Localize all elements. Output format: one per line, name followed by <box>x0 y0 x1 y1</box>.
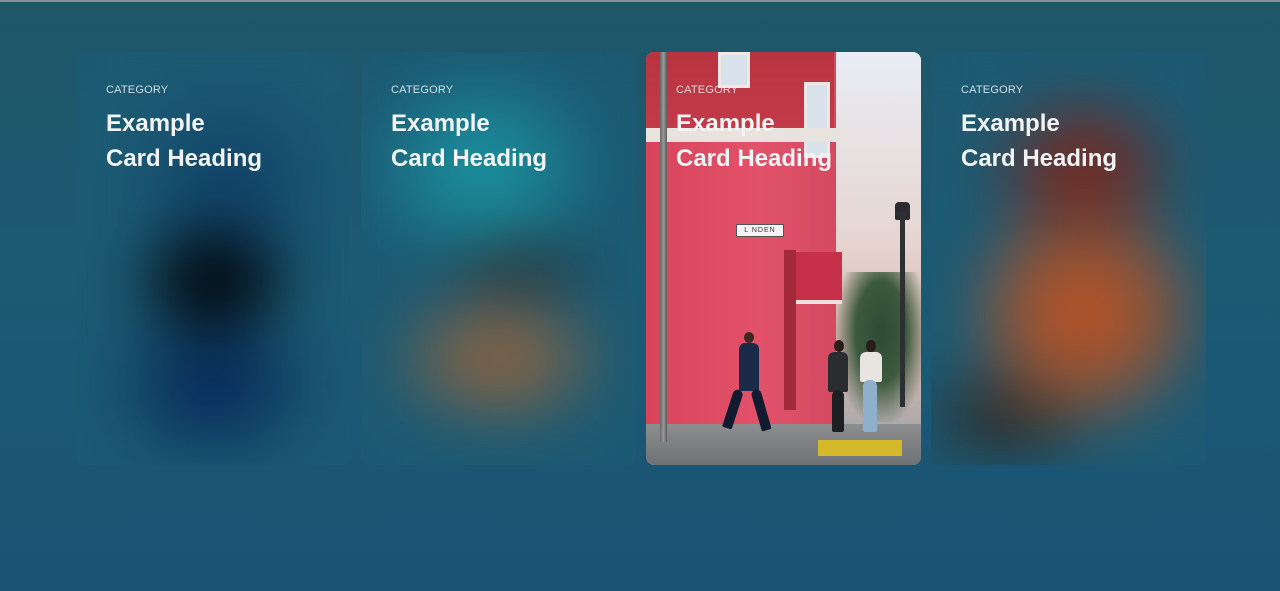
card-heading: Example Card Heading <box>106 110 263 172</box>
card-4-text: CATEGORY Example Card Heading <box>961 84 1121 176</box>
card-2-text: CATEGORY Example Card Heading <box>391 84 551 176</box>
card-heading: Example Card Heading <box>391 110 548 172</box>
card-category: CATEGORY <box>676 84 739 96</box>
photo-utility-pole <box>660 52 667 442</box>
photo-window <box>718 52 750 88</box>
card-3[interactable]: L NDEN CATEGORY Example Card Heading <box>646 52 921 465</box>
photo-doorway <box>784 250 796 410</box>
photo-yellow-curb <box>818 440 902 456</box>
photo-person-woman <box>860 352 882 382</box>
card-heading: Example Card Heading <box>676 110 833 172</box>
photo-person-leg <box>832 390 844 432</box>
photo-tree <box>836 272 921 422</box>
photo-lamp-post <box>900 212 905 407</box>
top-divider <box>0 0 1280 2</box>
card-heading: Example Card Heading <box>961 110 1118 172</box>
photo-awning <box>796 252 842 304</box>
photo-person-man <box>739 343 759 391</box>
photo-person-head <box>866 340 876 352</box>
photo-person-head <box>834 340 844 352</box>
photo-person-jeans <box>863 380 877 432</box>
photo-street-sign: L NDEN <box>736 224 784 237</box>
card-1-text: CATEGORY Example Card Heading <box>106 84 266 176</box>
card-2[interactable]: CATEGORY Example Card Heading <box>361 52 636 465</box>
photo-person-head <box>744 332 754 343</box>
card-3-text: CATEGORY Example Card Heading <box>676 84 836 176</box>
card-1[interactable]: CATEGORY Example Card Heading <box>76 52 351 465</box>
card-category: CATEGORY <box>961 84 1024 96</box>
card-category: CATEGORY <box>106 84 169 96</box>
card-4[interactable]: CATEGORY Example Card Heading <box>931 52 1206 465</box>
card-category: CATEGORY <box>391 84 454 96</box>
photo-person-woman <box>828 352 848 392</box>
